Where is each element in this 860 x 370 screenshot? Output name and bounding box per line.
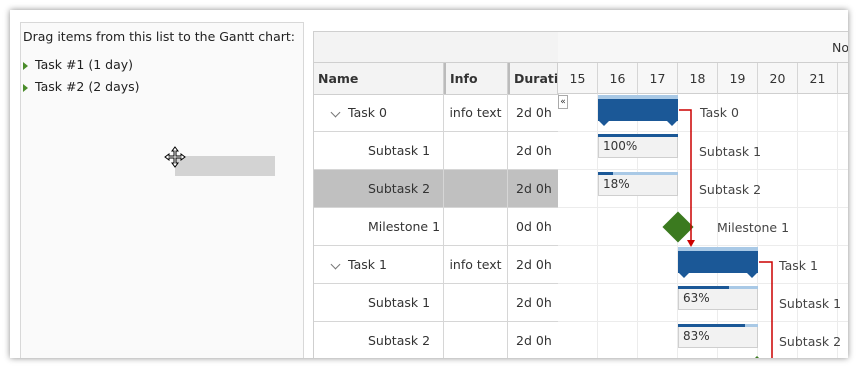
drag-item-task-1[interactable]: Task #1 (1 day) <box>23 57 133 72</box>
info-cell <box>444 322 508 358</box>
drag-source-panel <box>20 22 304 358</box>
expand-triangle-icon <box>23 61 28 70</box>
table-row[interactable]: Milestone 1 0d 0h <box>314 208 558 246</box>
milestone-diamond-partial <box>755 356 759 358</box>
gantt-chart: Name Info Duratio Task 0 info text 2d 0h… <box>313 31 848 358</box>
row-name: Task 1 <box>348 257 387 272</box>
name-cell: Subtask 2 <box>314 322 444 358</box>
info-cell: info text <box>444 94 508 131</box>
duration-cell: 2d 0h <box>516 257 552 272</box>
name-cell: Milestone 1 <box>314 208 444 245</box>
row-name: Task 0 <box>348 105 387 120</box>
info-cell <box>444 208 508 245</box>
table-row[interactable]: Task 1 info text 2d 0h <box>314 246 558 284</box>
expand-triangle-icon <box>23 83 28 92</box>
info-cell <box>444 132 508 169</box>
drag-item-label: Task #2 (2 days) <box>35 79 140 94</box>
info-cell: info text <box>444 246 508 283</box>
table-row-selected[interactable]: Subtask 2 2d 0h <box>314 170 558 208</box>
table-row[interactable]: Subtask 1 2d 0h <box>314 284 558 322</box>
duration-cell: 2d 0h <box>516 105 552 120</box>
duration-cell: 0d 0h <box>516 219 552 234</box>
table-row[interactable]: Subtask 1 2d 0h <box>314 132 558 170</box>
dependency-arrowhead <box>687 240 695 247</box>
timeline-area[interactable]: Nov 15 16 17 18 19 20 21 22 « <box>558 32 848 358</box>
drag-item-label: Task #1 (1 day) <box>35 57 134 72</box>
name-cell: Task 0 <box>314 94 444 131</box>
duration-cell: 2d 0h <box>516 295 552 310</box>
column-header-name[interactable]: Name <box>314 63 444 94</box>
info-cell <box>444 284 508 321</box>
grid-header: Name Info Duratio <box>314 32 559 95</box>
table-row[interactable]: Subtask 2 2d 0h <box>314 322 558 358</box>
column-header-duration[interactable]: Duratio <box>508 63 558 94</box>
chevron-down-icon[interactable] <box>330 107 341 117</box>
drag-ghost-placeholder <box>175 156 275 176</box>
name-cell: Subtask 1 <box>314 284 444 321</box>
table-row[interactable]: Task 0 info text 2d 0h <box>314 94 558 132</box>
app-frame: Drag items from this list to the Gantt c… <box>10 10 848 358</box>
dependency-links <box>679 109 773 358</box>
duration-cell: 2d 0h <box>516 333 552 348</box>
drag-item-task-2[interactable]: Task #2 (2 days) <box>23 79 140 94</box>
dependency-link <box>759 261 773 358</box>
column-header-info[interactable]: Info <box>444 63 508 94</box>
name-cell: Subtask 2 <box>314 170 444 207</box>
drag-list-title: Drag items from this list to the Gantt c… <box>23 29 295 44</box>
chevron-down-icon[interactable] <box>330 259 341 269</box>
name-cell: Task 1 <box>314 246 444 283</box>
name-cell: Subtask 1 <box>314 132 444 169</box>
duration-cell: 2d 0h <box>516 181 552 196</box>
dependency-link <box>679 109 692 242</box>
info-cell <box>444 170 508 207</box>
duration-cell: 2d 0h <box>516 143 552 158</box>
move-cursor-icon <box>164 146 186 168</box>
